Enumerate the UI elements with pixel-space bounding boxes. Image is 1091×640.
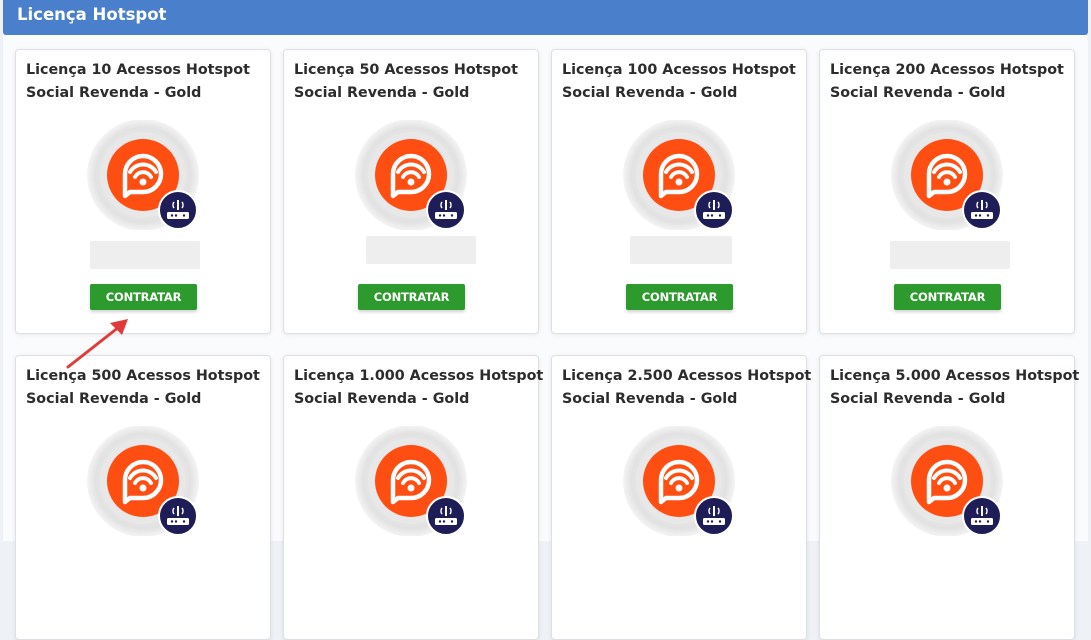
card-title: Licença 200 Acessos Hotspot Social Reven… [830, 62, 1064, 101]
hotspot-router-icon [622, 426, 737, 536]
hotspot-router-icon [354, 426, 469, 536]
contratar-button[interactable]: CONTRATAR [358, 284, 465, 310]
product-panel: Licença 10 Acessos Hotspot Social Revend… [3, 35, 1088, 640]
contratar-button[interactable]: CONTRATAR [90, 284, 197, 310]
price-placeholder [366, 236, 476, 264]
hotspot-router-icon [890, 120, 1005, 230]
page-title: Licença Hotspot [17, 5, 167, 24]
hotspot-router-icon [86, 426, 201, 536]
card-title: Licença 500 Acessos Hotspot Social Reven… [26, 368, 260, 407]
product-card: Licença 200 Acessos Hotspot Social Reven… [819, 49, 1075, 334]
page-header: Licença Hotspot [3, 0, 1088, 35]
annotation-arrow-icon [66, 319, 128, 369]
contratar-button[interactable]: CONTRATAR [626, 284, 733, 310]
price-placeholder [630, 236, 732, 264]
price-placeholder [90, 241, 200, 269]
card-title: Licença 2.500 Acessos Hotspot Social Rev… [562, 368, 812, 407]
product-card: Licença 100 Acessos Hotspot Social Reven… [551, 49, 807, 334]
card-title: Licença 100 Acessos Hotspot Social Reven… [562, 62, 796, 101]
hotspot-router-icon [890, 426, 1005, 536]
hotspot-router-icon [86, 120, 201, 230]
price-placeholder [890, 241, 1010, 269]
product-card: Licença 500 Acessos Hotspot Social Reven… [15, 355, 271, 640]
hotspot-router-icon [622, 120, 737, 230]
card-title: Licença 50 Acessos Hotspot Social Revend… [294, 62, 518, 101]
card-title: Licença 1.000 Acessos Hotspot Social Rev… [294, 368, 544, 407]
card-title: Licença 10 Acessos Hotspot Social Revend… [26, 62, 250, 101]
hotspot-router-icon [354, 120, 469, 230]
product-card: Licença 2.500 Acessos Hotspot Social Rev… [551, 355, 812, 640]
product-card: Licença 1.000 Acessos Hotspot Social Rev… [283, 355, 544, 640]
product-card: Licença 10 Acessos Hotspot Social Revend… [15, 49, 271, 334]
product-card: Licença 5.000 Acessos Hotspot Social Rev… [819, 355, 1080, 640]
card-title: Licença 5.000 Acessos Hotspot Social Rev… [830, 368, 1080, 407]
product-card: Licença 50 Acessos Hotspot Social Revend… [283, 49, 539, 334]
contratar-button[interactable]: CONTRATAR [894, 284, 1001, 310]
